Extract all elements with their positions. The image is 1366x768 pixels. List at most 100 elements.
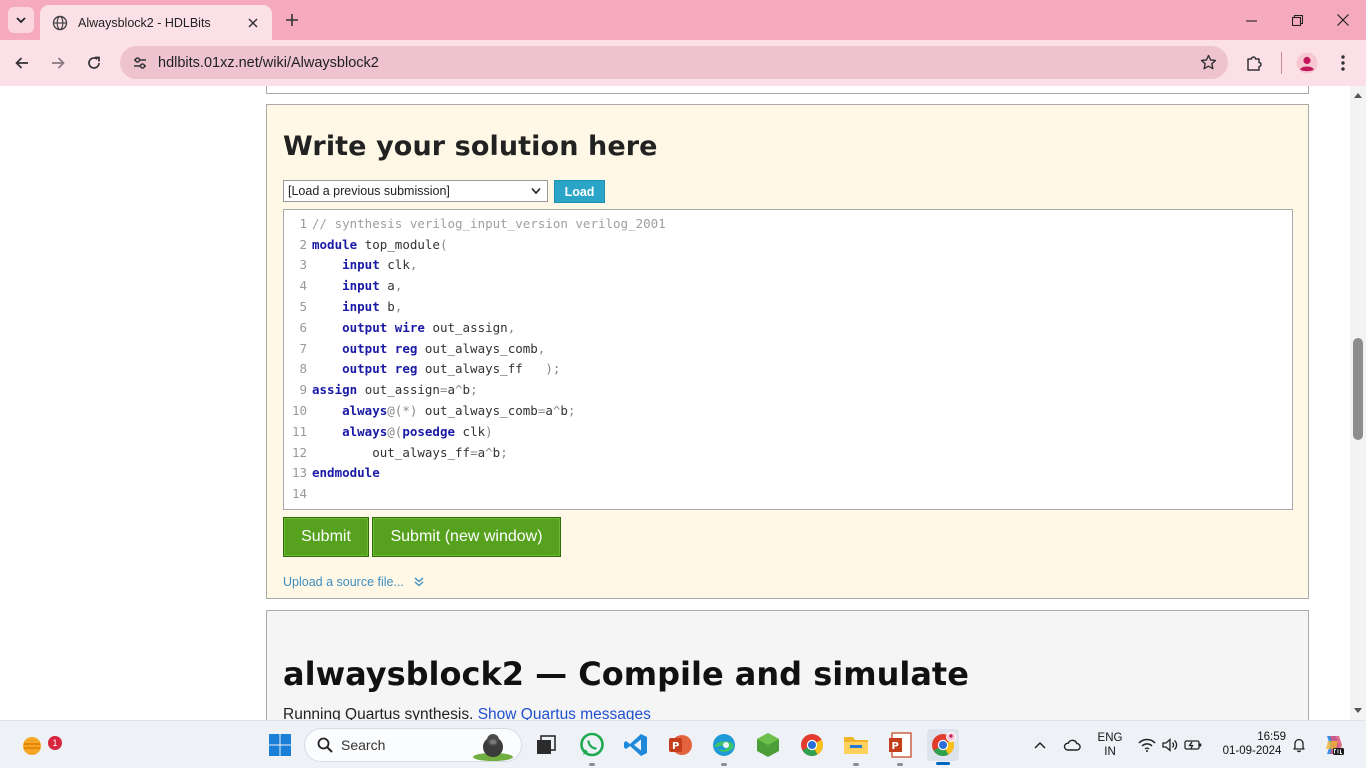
chrome-profile-button[interactable] <box>927 729 959 761</box>
new-tab-button[interactable] <box>280 8 304 32</box>
svg-text:P: P <box>892 741 899 752</box>
clock-time: 16:59 <box>1257 731 1286 743</box>
page-scrollbar[interactable] <box>1350 86 1366 720</box>
code-text: input a, <box>342 278 403 294</box>
scroll-up-arrow-icon[interactable] <box>1350 88 1366 102</box>
kebab-menu-icon <box>1341 55 1345 71</box>
show-hidden-icons-button[interactable] <box>1028 729 1052 761</box>
url-text[interactable]: hdlbits.01xz.net/wiki/Alwaysblock2 <box>158 55 1188 71</box>
clock[interactable]: 16:59 01-09-2024 <box>1214 730 1290 758</box>
code-line: 3 input clk, <box>284 255 1292 276</box>
avatar-icon <box>1296 52 1318 74</box>
taskbar-search[interactable]: Search <box>304 728 522 762</box>
globe-icon <box>52 15 68 31</box>
line-number: 12 <box>291 444 307 460</box>
submit-new-window-button[interactable]: Submit (new window) <box>372 517 561 557</box>
scroll-down-arrow-icon[interactable] <box>1350 704 1366 718</box>
widgets-button[interactable]: 1 <box>16 729 62 761</box>
close-icon <box>1337 14 1349 26</box>
forward-button[interactable] <box>43 48 73 78</box>
restore-button[interactable] <box>1274 0 1320 40</box>
nodejs-button[interactable] <box>752 729 784 761</box>
chevron-up-icon <box>1034 741 1046 749</box>
compile-status: Running Quartus synthesis. Show Quartus … <box>283 706 651 720</box>
quick-settings-button[interactable] <box>1134 729 1206 761</box>
code-text: // synthesis verilog_input_version veril… <box>312 215 666 231</box>
solution-heading: Write your solution here <box>283 131 658 162</box>
line-number: 2 <box>299 236 307 252</box>
browser-tab[interactable]: Alwaysblock2 - HDLBits <box>40 5 272 40</box>
onedrive-button[interactable] <box>1058 729 1086 761</box>
code-text: always@(*) out_always_comb=a^b; <box>342 403 576 419</box>
chrome-button[interactable] <box>796 729 828 761</box>
restore-icon <box>1291 14 1303 26</box>
chrome-menu-button[interactable] <box>1328 48 1358 78</box>
upload-source-link[interactable]: Upload a source file... <box>283 575 424 589</box>
window-close-button[interactable] <box>1320 0 1366 40</box>
compile-heading: alwaysblock2 — Compile and simulate <box>283 655 969 693</box>
active-app-indicator <box>936 762 950 765</box>
notifications-button[interactable] <box>1288 729 1310 761</box>
line-number: 4 <box>299 278 307 294</box>
tab-search-button[interactable] <box>8 7 34 33</box>
back-button[interactable] <box>7 48 37 78</box>
line-number: 14 <box>291 486 307 502</box>
reload-button[interactable] <box>79 48 109 78</box>
clock-date: 01-09-2024 <box>1222 745 1282 757</box>
whatsapp-icon <box>580 732 604 757</box>
task-view-button[interactable] <box>530 729 562 761</box>
line-number: 1 <box>299 215 307 231</box>
tune-icon[interactable] <box>122 46 158 79</box>
line-number: 5 <box>299 299 307 315</box>
edge-button[interactable] <box>708 729 740 761</box>
load-button[interactable]: Load <box>554 180 605 203</box>
minimize-button[interactable] <box>1228 0 1274 40</box>
code-text: output reg out_always_ff ); <box>342 361 561 377</box>
windows-taskbar: 1 Search P P ENG IN 16:59 01-09-2024 <box>0 720 1366 768</box>
code-text: input clk, <box>342 257 418 273</box>
reload-icon <box>88 56 100 69</box>
vscode-button[interactable] <box>620 729 652 761</box>
search-label: Search <box>341 737 386 753</box>
file-explorer-button[interactable] <box>840 729 872 761</box>
address-bar[interactable]: hdlbits.01xz.net/wiki/Alwaysblock2 <box>120 46 1228 79</box>
previous-submission-select[interactable]: [Load a previous submission] <box>283 180 548 202</box>
whatsapp-button[interactable] <box>576 729 608 761</box>
chrome-icon <box>801 734 823 756</box>
widgets-badge: 1 <box>48 736 62 750</box>
copilot-icon <box>1326 736 1344 755</box>
edge-icon <box>713 734 735 756</box>
powerpoint-button[interactable]: P <box>664 729 696 761</box>
extensions-button[interactable] <box>1239 48 1269 78</box>
profile-button[interactable] <box>1292 48 1322 78</box>
code-text: always@(posedge clk) <box>342 423 493 439</box>
code-line: 12 out_always_ff=a^b; <box>284 442 1292 463</box>
code-line: 10 always@(*) out_always_comb=a^b; <box>284 400 1292 421</box>
scrollbar-thumb[interactable] <box>1353 338 1363 440</box>
line-number: 7 <box>299 340 307 356</box>
code-text: out_always_ff=a^b; <box>372 444 508 460</box>
copilot-button[interactable] <box>1318 729 1348 761</box>
chrome-profile-icon <box>932 732 956 756</box>
compile-status-text: Running Quartus synthesis. <box>283 706 474 720</box>
code-line: 8 output reg out_always_ff ); <box>284 359 1292 380</box>
tab-strip: Alwaysblock2 - HDLBits <box>0 0 1366 40</box>
star-icon[interactable] <box>1188 54 1228 71</box>
bell-icon <box>1293 738 1305 753</box>
code-line: 9 assign out_assign=a^b; <box>284 379 1292 400</box>
line-number: 10 <box>291 403 307 419</box>
submit-button[interactable]: Submit <box>283 517 369 557</box>
show-quartus-messages-link[interactable]: Show Quartus messages <box>478 706 651 720</box>
language-indicator[interactable]: ENG IN <box>1092 731 1128 759</box>
region-code: IN <box>1104 746 1116 758</box>
close-icon[interactable] <box>242 12 264 34</box>
powerpoint-icon: P <box>669 735 692 755</box>
vscode-icon <box>624 734 647 756</box>
code-line: 2 module top_module( <box>284 234 1292 255</box>
code-line: 7 output reg out_always_comb, <box>284 338 1292 359</box>
code-editor[interactable]: 1 // synthesis verilog_input_version veri… <box>283 209 1293 510</box>
start-button[interactable] <box>264 729 296 761</box>
powerpoint-document-button[interactable]: P <box>884 729 916 761</box>
code-text: endmodule <box>312 465 380 481</box>
browser-toolbar: hdlbits.01xz.net/wiki/Alwaysblock2 <box>0 40 1366 86</box>
